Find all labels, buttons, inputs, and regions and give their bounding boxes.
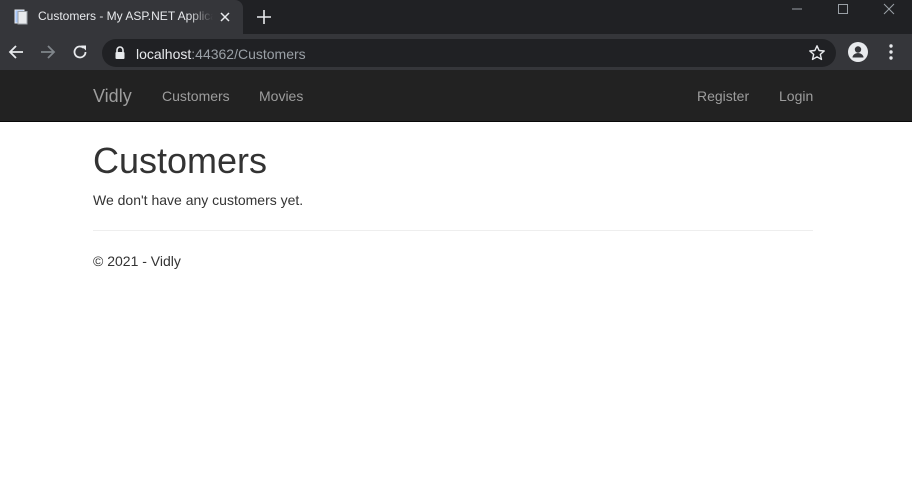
- url-host: localhost: [136, 46, 192, 62]
- minimize-button[interactable]: [774, 0, 820, 18]
- kebab-menu-icon: [889, 44, 893, 60]
- back-arrow-icon: [8, 45, 23, 59]
- url-path: :44362/Customers: [191, 46, 306, 62]
- nav-link-customers[interactable]: Customers: [162, 88, 230, 104]
- reload-icon: [73, 45, 87, 59]
- browser-tabstrip: Customers - My ASP.NET Application: [0, 0, 912, 34]
- browser-tab-active[interactable]: Customers - My ASP.NET Application: [0, 0, 243, 34]
- close-window-button[interactable]: [866, 0, 912, 18]
- nav-link-login[interactable]: Login: [779, 88, 813, 104]
- browser-toolbar: localhost:44362/Customers: [0, 34, 912, 70]
- back-button[interactable]: [6, 42, 26, 62]
- site-navbar: Vidly Customers Movies Register Login: [0, 70, 912, 122]
- maximize-icon: [838, 4, 848, 14]
- page-icon: [14, 9, 28, 25]
- browser-menu-button[interactable]: [881, 42, 901, 62]
- lock-icon: [115, 46, 125, 59]
- nav-link-register[interactable]: Register: [697, 88, 749, 104]
- reload-button[interactable]: [70, 42, 90, 62]
- footer-copyright: © 2021 - Vidly: [93, 253, 181, 269]
- forward-arrow-icon: [41, 45, 56, 59]
- nav-link-movies[interactable]: Movies: [259, 88, 303, 104]
- minimize-icon: [792, 8, 802, 10]
- star-icon[interactable]: [808, 44, 826, 62]
- address-bar[interactable]: localhost:44362/Customers: [102, 39, 836, 67]
- tab-title: Customers - My ASP.NET Application: [38, 9, 213, 23]
- profile-icon[interactable]: [848, 42, 868, 62]
- plus-icon[interactable]: [255, 8, 273, 26]
- close-icon[interactable]: [217, 9, 233, 25]
- page-title: Customers: [93, 140, 268, 181]
- maximize-button[interactable]: [820, 0, 866, 18]
- footer-divider: [93, 230, 813, 231]
- empty-state-message: We don't have any customers yet.: [93, 192, 304, 208]
- url-text: localhost:44362/Customers: [136, 46, 306, 62]
- forward-button[interactable]: [38, 42, 58, 62]
- brand-link[interactable]: Vidly: [93, 86, 132, 106]
- close-window-icon: [883, 3, 895, 15]
